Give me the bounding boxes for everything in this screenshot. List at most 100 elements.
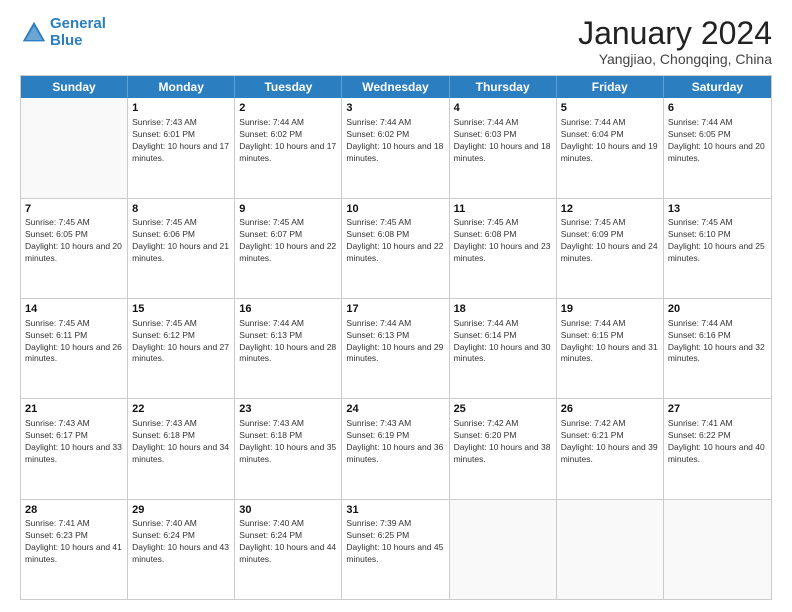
cal-cell: 1Sunrise: 7:43 AM Sunset: 6:01 PM Daylig… [128,98,235,197]
day-number: 13 [668,202,767,217]
day-info: Sunrise: 7:43 AM Sunset: 6:18 PM Dayligh… [132,418,230,466]
day-number: 6 [668,101,767,116]
logo-line2: Blue [50,32,83,49]
day-info: Sunrise: 7:40 AM Sunset: 6:24 PM Dayligh… [239,518,337,566]
day-number: 16 [239,302,337,317]
week-row-3: 14Sunrise: 7:45 AM Sunset: 6:11 PM Dayli… [21,298,771,398]
cal-cell: 11Sunrise: 7:45 AM Sunset: 6:08 PM Dayli… [450,199,557,298]
cal-cell: 18Sunrise: 7:44 AM Sunset: 6:14 PM Dayli… [450,299,557,398]
cal-cell [557,500,664,599]
day-info: Sunrise: 7:45 AM Sunset: 6:07 PM Dayligh… [239,217,337,265]
day-number: 3 [346,101,444,116]
cal-cell: 2Sunrise: 7:44 AM Sunset: 6:02 PM Daylig… [235,98,342,197]
title-block: January 2024 Yangjiao, Chongqing, China [578,16,772,67]
cal-cell: 12Sunrise: 7:45 AM Sunset: 6:09 PM Dayli… [557,199,664,298]
cal-cell: 7Sunrise: 7:45 AM Sunset: 6:05 PM Daylig… [21,199,128,298]
day-info: Sunrise: 7:44 AM Sunset: 6:13 PM Dayligh… [239,318,337,366]
day-info: Sunrise: 7:41 AM Sunset: 6:22 PM Dayligh… [668,418,767,466]
col-header-wednesday: Wednesday [342,76,449,98]
day-info: Sunrise: 7:45 AM Sunset: 6:09 PM Dayligh… [561,217,659,265]
cal-cell: 3Sunrise: 7:44 AM Sunset: 6:02 PM Daylig… [342,98,449,197]
main-title: January 2024 [578,16,772,51]
cal-cell: 8Sunrise: 7:45 AM Sunset: 6:06 PM Daylig… [128,199,235,298]
col-header-monday: Monday [128,76,235,98]
col-header-tuesday: Tuesday [235,76,342,98]
cal-cell: 19Sunrise: 7:44 AM Sunset: 6:15 PM Dayli… [557,299,664,398]
cal-cell: 31Sunrise: 7:39 AM Sunset: 6:25 PM Dayli… [342,500,449,599]
cal-cell [450,500,557,599]
day-number: 2 [239,101,337,116]
day-number: 27 [668,402,767,417]
day-info: Sunrise: 7:43 AM Sunset: 6:18 PM Dayligh… [239,418,337,466]
col-header-friday: Friday [557,76,664,98]
day-number: 29 [132,503,230,518]
day-number: 28 [25,503,123,518]
day-number: 25 [454,402,552,417]
day-info: Sunrise: 7:43 AM Sunset: 6:19 PM Dayligh… [346,418,444,466]
week-row-2: 7Sunrise: 7:45 AM Sunset: 6:05 PM Daylig… [21,198,771,298]
cal-cell: 26Sunrise: 7:42 AM Sunset: 6:21 PM Dayli… [557,399,664,498]
day-number: 7 [25,202,123,217]
day-info: Sunrise: 7:44 AM Sunset: 6:16 PM Dayligh… [668,318,767,366]
day-number: 1 [132,101,230,116]
day-info: Sunrise: 7:45 AM Sunset: 6:10 PM Dayligh… [668,217,767,265]
day-number: 15 [132,302,230,317]
cal-cell: 15Sunrise: 7:45 AM Sunset: 6:12 PM Dayli… [128,299,235,398]
day-number: 21 [25,402,123,417]
cal-cell: 17Sunrise: 7:44 AM Sunset: 6:13 PM Dayli… [342,299,449,398]
cal-cell: 29Sunrise: 7:40 AM Sunset: 6:24 PM Dayli… [128,500,235,599]
day-info: Sunrise: 7:40 AM Sunset: 6:24 PM Dayligh… [132,518,230,566]
logo-text: General Blue [50,16,106,49]
day-number: 14 [25,302,123,317]
day-number: 31 [346,503,444,518]
cal-cell [21,98,128,197]
week-row-4: 21Sunrise: 7:43 AM Sunset: 6:17 PM Dayli… [21,398,771,498]
day-number: 23 [239,402,337,417]
day-number: 19 [561,302,659,317]
cal-cell: 25Sunrise: 7:42 AM Sunset: 6:20 PM Dayli… [450,399,557,498]
day-number: 20 [668,302,767,317]
cal-cell: 5Sunrise: 7:44 AM Sunset: 6:04 PM Daylig… [557,98,664,197]
day-number: 26 [561,402,659,417]
day-info: Sunrise: 7:42 AM Sunset: 6:20 PM Dayligh… [454,418,552,466]
day-info: Sunrise: 7:45 AM Sunset: 6:08 PM Dayligh… [454,217,552,265]
day-number: 4 [454,101,552,116]
cal-cell: 21Sunrise: 7:43 AM Sunset: 6:17 PM Dayli… [21,399,128,498]
logo-icon [20,19,48,47]
cal-cell: 4Sunrise: 7:44 AM Sunset: 6:03 PM Daylig… [450,98,557,197]
day-info: Sunrise: 7:43 AM Sunset: 6:17 PM Dayligh… [25,418,123,466]
day-number: 12 [561,202,659,217]
day-info: Sunrise: 7:41 AM Sunset: 6:23 PM Dayligh… [25,518,123,566]
day-info: Sunrise: 7:44 AM Sunset: 6:02 PM Dayligh… [239,117,337,165]
day-info: Sunrise: 7:44 AM Sunset: 6:02 PM Dayligh… [346,117,444,165]
day-info: Sunrise: 7:44 AM Sunset: 6:14 PM Dayligh… [454,318,552,366]
day-info: Sunrise: 7:43 AM Sunset: 6:01 PM Dayligh… [132,117,230,165]
cal-cell: 20Sunrise: 7:44 AM Sunset: 6:16 PM Dayli… [664,299,771,398]
day-info: Sunrise: 7:45 AM Sunset: 6:11 PM Dayligh… [25,318,123,366]
logo: General Blue [20,16,106,49]
cal-cell: 9Sunrise: 7:45 AM Sunset: 6:07 PM Daylig… [235,199,342,298]
calendar: SundayMondayTuesdayWednesdayThursdayFrid… [20,75,772,600]
day-info: Sunrise: 7:45 AM Sunset: 6:12 PM Dayligh… [132,318,230,366]
day-info: Sunrise: 7:45 AM Sunset: 6:05 PM Dayligh… [25,217,123,265]
cal-cell [664,500,771,599]
col-header-saturday: Saturday [664,76,771,98]
day-info: Sunrise: 7:45 AM Sunset: 6:08 PM Dayligh… [346,217,444,265]
header: General Blue January 2024 Yangjiao, Chon… [20,16,772,67]
cal-cell: 28Sunrise: 7:41 AM Sunset: 6:23 PM Dayli… [21,500,128,599]
day-number: 18 [454,302,552,317]
day-number: 24 [346,402,444,417]
cal-cell: 6Sunrise: 7:44 AM Sunset: 6:05 PM Daylig… [664,98,771,197]
day-info: Sunrise: 7:42 AM Sunset: 6:21 PM Dayligh… [561,418,659,466]
day-info: Sunrise: 7:44 AM Sunset: 6:13 PM Dayligh… [346,318,444,366]
logo-line1: General [50,15,106,32]
cal-cell: 24Sunrise: 7:43 AM Sunset: 6:19 PM Dayli… [342,399,449,498]
col-header-thursday: Thursday [450,76,557,98]
day-number: 22 [132,402,230,417]
cal-cell: 30Sunrise: 7:40 AM Sunset: 6:24 PM Dayli… [235,500,342,599]
day-info: Sunrise: 7:45 AM Sunset: 6:06 PM Dayligh… [132,217,230,265]
cal-cell: 13Sunrise: 7:45 AM Sunset: 6:10 PM Dayli… [664,199,771,298]
day-number: 8 [132,202,230,217]
cal-cell: 14Sunrise: 7:45 AM Sunset: 6:11 PM Dayli… [21,299,128,398]
day-number: 9 [239,202,337,217]
